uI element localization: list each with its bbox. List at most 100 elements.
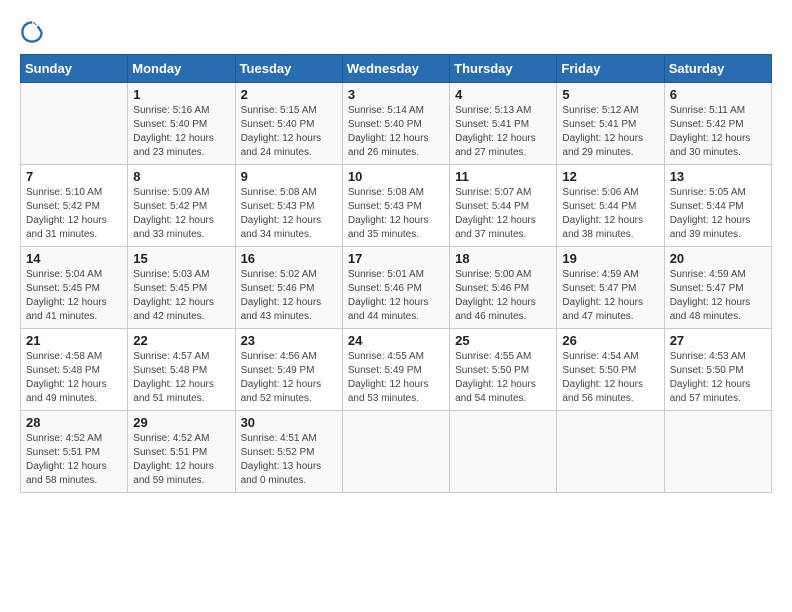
day-info: Sunrise: 4:54 AMSunset: 5:50 PMDaylight:… xyxy=(562,350,658,406)
day-info: Sunrise: 4:52 AMSunset: 5:51 PMDaylight:… xyxy=(133,432,229,488)
day-number: 23 xyxy=(241,333,337,348)
calendar-cell: 30 Sunrise: 4:51 AMSunset: 5:52 PMDayligh… xyxy=(235,411,342,493)
calendar-cell: 24 Sunrise: 4:55 AMSunset: 5:49 PMDayligh… xyxy=(342,329,449,411)
day-info: Sunrise: 5:00 AMSunset: 5:46 PMDaylight:… xyxy=(455,268,551,324)
calendar-cell: 4 Sunrise: 5:13 AMSunset: 5:41 PMDaylight… xyxy=(450,83,557,165)
calendar-cell: 9Sunrise: 5:08 AMSunset: 5:43 PMDaylight… xyxy=(235,165,342,247)
calendar-cell: 28 Sunrise: 4:52 AMSunset: 5:51 PMDayligh… xyxy=(21,411,128,493)
calendar-table: SundayMondayTuesdayWednesdayThursdayFrid… xyxy=(20,54,772,493)
day-header-monday: Monday xyxy=(128,55,235,83)
day-header-wednesday: Wednesday xyxy=(342,55,449,83)
day-number: 25 xyxy=(455,333,551,348)
day-info: Sunrise: 5:02 AMSunset: 5:46 PMDaylight:… xyxy=(241,268,337,324)
calendar-cell: 26 Sunrise: 4:54 AMSunset: 5:50 PMDayligh… xyxy=(557,329,664,411)
calendar-cell xyxy=(557,411,664,493)
day-number: 21 xyxy=(26,333,122,348)
day-info: Sunrise: 5:14 AMSunset: 5:40 PMDaylight:… xyxy=(348,104,444,160)
day-info: Sunrise: 5:13 AMSunset: 5:41 PMDaylight:… xyxy=(455,104,551,160)
calendar-cell: 18 Sunrise: 5:00 AMSunset: 5:46 PMDayligh… xyxy=(450,247,557,329)
calendar-cell xyxy=(450,411,557,493)
day-header-friday: Friday xyxy=(557,55,664,83)
day-info: Sunrise: 5:03 AMSunset: 5:45 PMDaylight:… xyxy=(133,268,229,324)
day-info: Sunrise: 4:55 AMSunset: 5:49 PMDaylight:… xyxy=(348,350,444,406)
calendar-cell: 19Sunrise: 4:59 AMSunset: 5:47 PMDayligh… xyxy=(557,247,664,329)
day-number: 3 xyxy=(348,87,444,102)
day-info: Sunrise: 4:59 AMSunset: 5:47 PMDaylight:… xyxy=(670,268,766,324)
calendar-cell: 23 Sunrise: 4:56 AMSunset: 5:49 PMDayligh… xyxy=(235,329,342,411)
calendar-cell: 13 Sunrise: 5:05 AMSunset: 5:44 PMDayligh… xyxy=(664,165,771,247)
day-number: 15 xyxy=(133,251,229,266)
calendar-cell: 11 Sunrise: 5:07 AMSunset: 5:44 PMDayligh… xyxy=(450,165,557,247)
calendar-cell: 14 Sunrise: 5:04 AMSunset: 5:45 PMDayligh… xyxy=(21,247,128,329)
day-number: 10 xyxy=(348,169,444,184)
calendar-cell: 8Sunrise: 5:09 AMSunset: 5:42 PMDaylight… xyxy=(128,165,235,247)
day-header-tuesday: Tuesday xyxy=(235,55,342,83)
calendar-cell: 17 Sunrise: 5:01 AMSunset: 5:46 PMDayligh… xyxy=(342,247,449,329)
day-info: Sunrise: 4:56 AMSunset: 5:49 PMDaylight:… xyxy=(241,350,337,406)
day-number: 24 xyxy=(348,333,444,348)
day-info: Sunrise: 5:12 AMSunset: 5:41 PMDaylight:… xyxy=(562,104,658,160)
day-number: 9 xyxy=(241,169,337,184)
day-number: 28 xyxy=(26,415,122,430)
day-number: 4 xyxy=(455,87,551,102)
day-info: Sunrise: 4:57 AMSunset: 5:48 PMDaylight:… xyxy=(133,350,229,406)
day-number: 30 xyxy=(241,415,337,430)
day-number: 13 xyxy=(670,169,766,184)
calendar-body: 1 Sunrise: 5:16 AMSunset: 5:40 PMDaylight… xyxy=(21,83,772,493)
day-header-row: SundayMondayTuesdayWednesdayThursdayFrid… xyxy=(21,55,772,83)
day-info: Sunrise: 4:58 AMSunset: 5:48 PMDaylight:… xyxy=(26,350,122,406)
calendar-week-2: 7 Sunrise: 5:10 AMSunset: 5:42 PMDaylight… xyxy=(21,165,772,247)
day-number: 5 xyxy=(562,87,658,102)
day-info: Sunrise: 5:04 AMSunset: 5:45 PMDaylight:… xyxy=(26,268,122,324)
day-number: 29 xyxy=(133,415,229,430)
day-info: Sunrise: 5:11 AMSunset: 5:42 PMDaylight:… xyxy=(670,104,766,160)
day-info: Sunrise: 5:05 AMSunset: 5:44 PMDaylight:… xyxy=(670,186,766,242)
day-number: 14 xyxy=(26,251,122,266)
day-info: Sunrise: 5:07 AMSunset: 5:44 PMDaylight:… xyxy=(455,186,551,242)
calendar-cell xyxy=(664,411,771,493)
day-info: Sunrise: 5:01 AMSunset: 5:46 PMDaylight:… xyxy=(348,268,444,324)
logo xyxy=(20,20,48,44)
calendar-cell: 25 Sunrise: 4:55 AMSunset: 5:50 PMDayligh… xyxy=(450,329,557,411)
day-info: Sunrise: 5:15 AMSunset: 5:40 PMDaylight:… xyxy=(241,104,337,160)
day-header-sunday: Sunday xyxy=(21,55,128,83)
calendar-cell: 1 Sunrise: 5:16 AMSunset: 5:40 PMDaylight… xyxy=(128,83,235,165)
day-number: 7 xyxy=(26,169,122,184)
calendar-header: SundayMondayTuesdayWednesdayThursdayFrid… xyxy=(21,55,772,83)
calendar-cell: 10Sunrise: 5:08 AMSunset: 5:43 PMDayligh… xyxy=(342,165,449,247)
day-info: Sunrise: 5:16 AMSunset: 5:40 PMDaylight:… xyxy=(133,104,229,160)
day-number: 1 xyxy=(133,87,229,102)
calendar-week-5: 28 Sunrise: 4:52 AMSunset: 5:51 PMDayligh… xyxy=(21,411,772,493)
day-info: Sunrise: 4:51 AMSunset: 5:52 PMDaylight:… xyxy=(241,432,337,488)
calendar-cell: 21 Sunrise: 4:58 AMSunset: 5:48 PMDayligh… xyxy=(21,329,128,411)
day-info: Sunrise: 4:55 AMSunset: 5:50 PMDaylight:… xyxy=(455,350,551,406)
calendar-cell: 2 Sunrise: 5:15 AMSunset: 5:40 PMDaylight… xyxy=(235,83,342,165)
day-number: 20 xyxy=(670,251,766,266)
day-number: 16 xyxy=(241,251,337,266)
day-header-saturday: Saturday xyxy=(664,55,771,83)
day-number: 2 xyxy=(241,87,337,102)
day-number: 27 xyxy=(670,333,766,348)
day-number: 18 xyxy=(455,251,551,266)
calendar-cell: 29 Sunrise: 4:52 AMSunset: 5:51 PMDayligh… xyxy=(128,411,235,493)
calendar-week-4: 21 Sunrise: 4:58 AMSunset: 5:48 PMDayligh… xyxy=(21,329,772,411)
calendar-cell: 5 Sunrise: 5:12 AMSunset: 5:41 PMDaylight… xyxy=(557,83,664,165)
day-info: Sunrise: 4:52 AMSunset: 5:51 PMDaylight:… xyxy=(26,432,122,488)
calendar-cell: 16 Sunrise: 5:02 AMSunset: 5:46 PMDayligh… xyxy=(235,247,342,329)
day-info: Sunrise: 5:06 AMSunset: 5:44 PMDaylight:… xyxy=(562,186,658,242)
calendar-week-1: 1 Sunrise: 5:16 AMSunset: 5:40 PMDaylight… xyxy=(21,83,772,165)
calendar-cell: 3 Sunrise: 5:14 AMSunset: 5:40 PMDaylight… xyxy=(342,83,449,165)
day-info: Sunrise: 5:10 AMSunset: 5:42 PMDaylight:… xyxy=(26,186,122,242)
calendar-cell: 22 Sunrise: 4:57 AMSunset: 5:48 PMDayligh… xyxy=(128,329,235,411)
logo-icon xyxy=(20,20,44,44)
day-number: 11 xyxy=(455,169,551,184)
day-number: 26 xyxy=(562,333,658,348)
calendar-cell: 7 Sunrise: 5:10 AMSunset: 5:42 PMDaylight… xyxy=(21,165,128,247)
day-info: Sunrise: 5:09 AMSunset: 5:42 PMDaylight:… xyxy=(133,186,229,242)
day-number: 12 xyxy=(562,169,658,184)
calendar-cell xyxy=(342,411,449,493)
day-number: 17 xyxy=(348,251,444,266)
day-number: 22 xyxy=(133,333,229,348)
day-info: Sunrise: 4:53 AMSunset: 5:50 PMDaylight:… xyxy=(670,350,766,406)
calendar-cell: 15 Sunrise: 5:03 AMSunset: 5:45 PMDayligh… xyxy=(128,247,235,329)
